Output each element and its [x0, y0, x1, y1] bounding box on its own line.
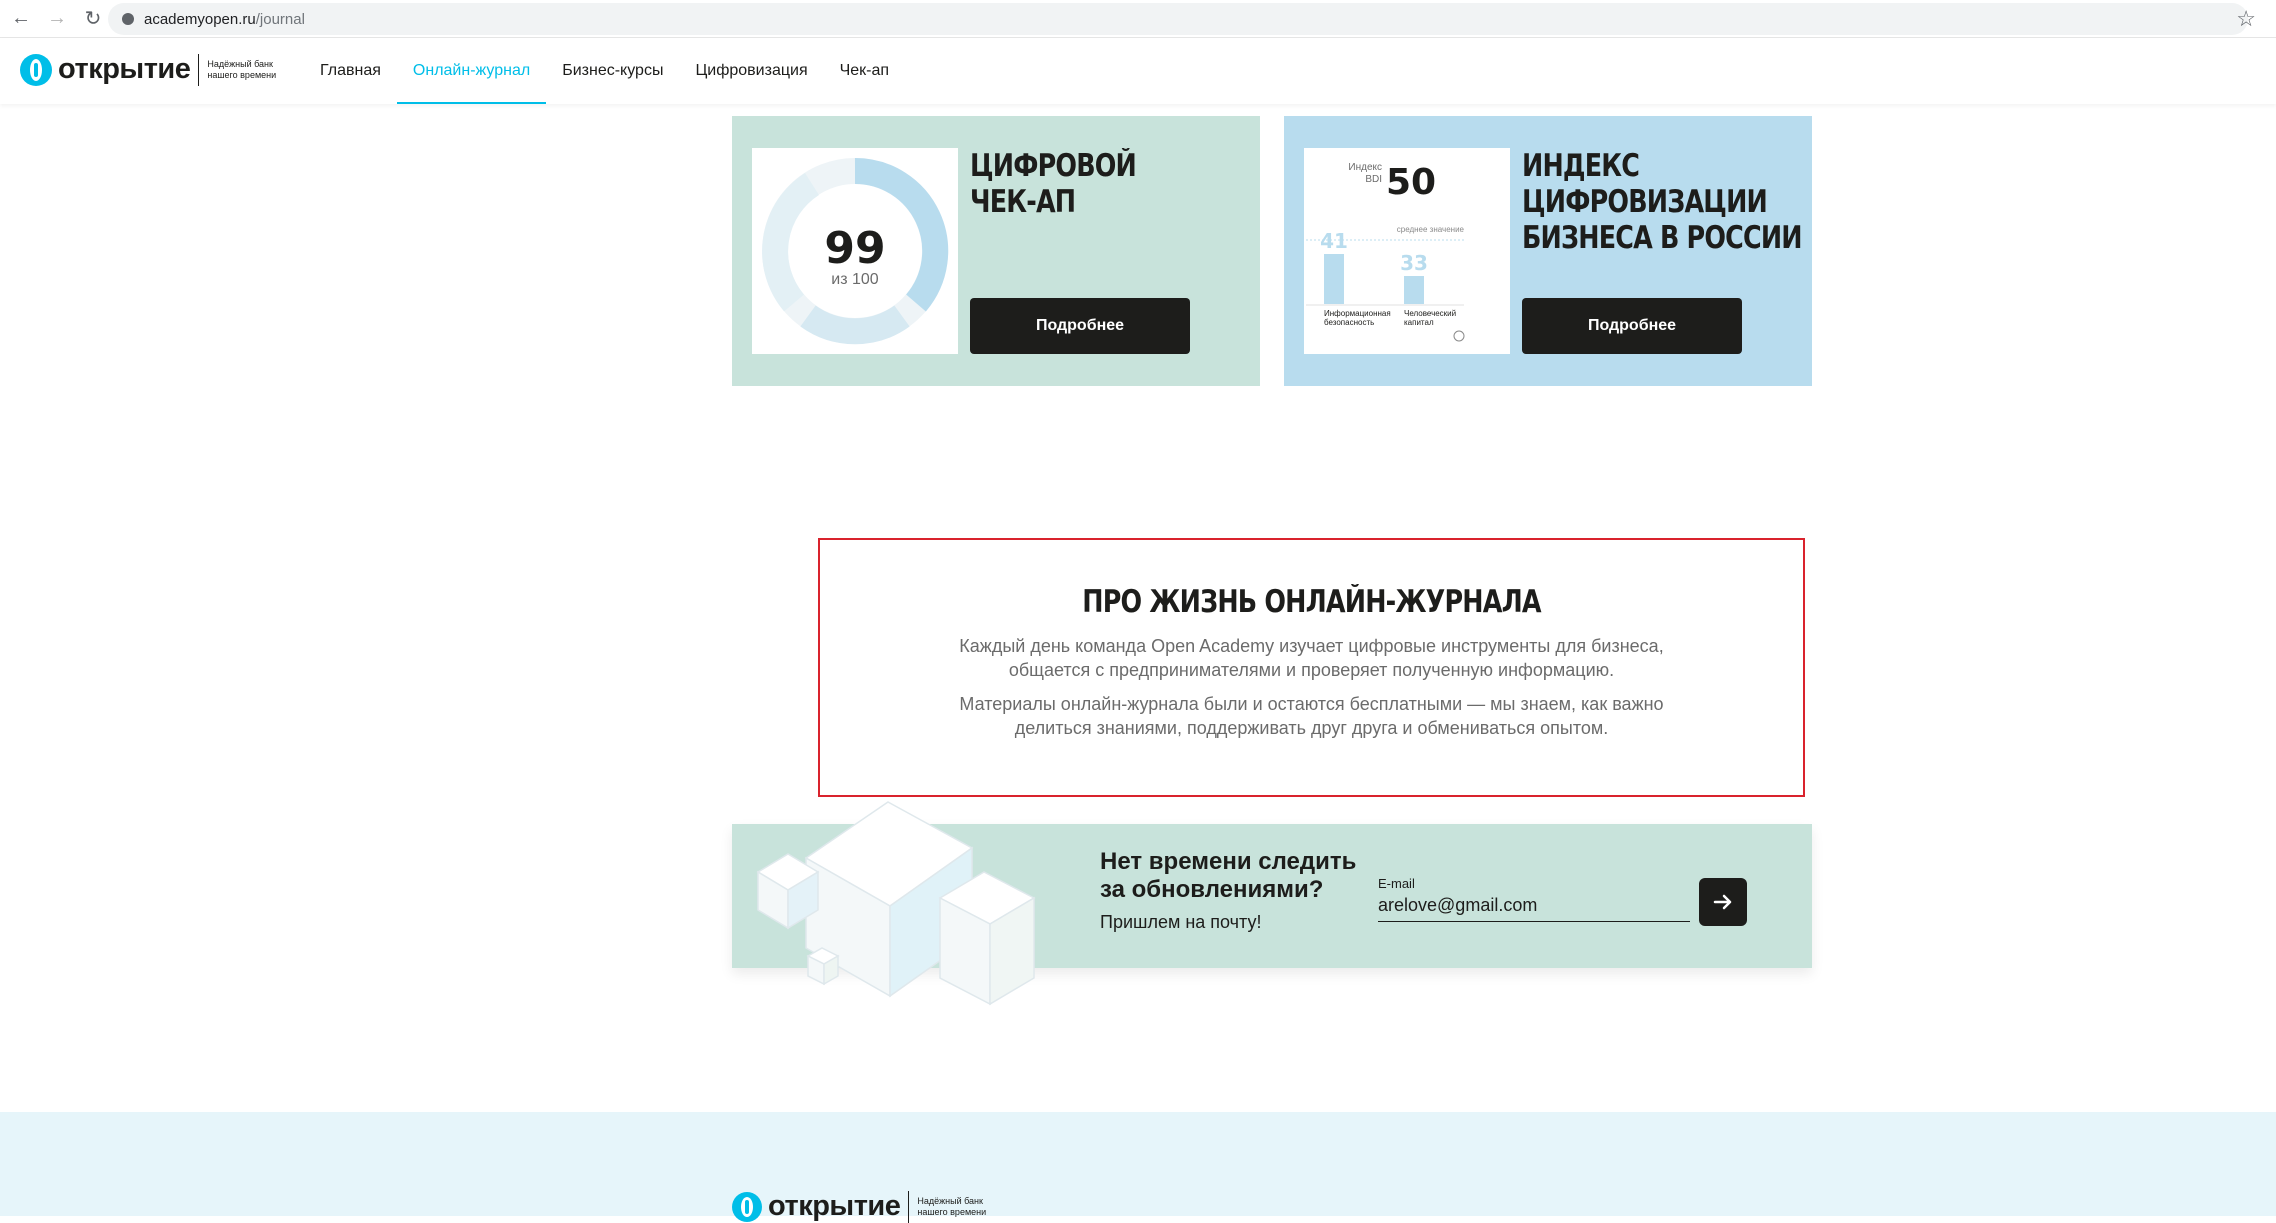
index-title-line3: БИЗНЕСА В РОССИИ	[1522, 220, 1803, 256]
footer-logo-divider	[908, 1190, 910, 1223]
address-bar[interactable]: academyopen.ru/journal	[108, 3, 2248, 35]
menu-item-checkup[interactable]: Чек-ап	[824, 38, 905, 104]
menu-item-home[interactable]: Главная	[304, 38, 397, 104]
footer-logo-word: открытие	[768, 1190, 901, 1222]
logo-mark-icon	[20, 53, 52, 86]
arrow-right-icon	[1713, 894, 1732, 910]
footer-logo-tagline: Надёжный банк нашего времени	[917, 1195, 987, 1217]
lock-icon	[122, 13, 134, 25]
back-arrow-icon[interactable]: ←	[6, 4, 36, 34]
main-menu: Главная Онлайн-журнал Бизнес-курсы Цифро…	[304, 38, 905, 104]
checkup-score-value: 99	[824, 223, 885, 274]
bar1-value: 41	[1320, 229, 1348, 253]
checkup-more-button[interactable]: Подробнее	[970, 298, 1190, 354]
forward-arrow-icon[interactable]: →	[42, 4, 72, 34]
about-paragraph-1: Каждый день команда Open Academy изучает…	[959, 636, 1664, 680]
footer-logo[interactable]: открытие Надёжный банк нашего времени	[732, 1190, 987, 1223]
about-title: ПРО ЖИЗНЬ ОНЛАЙН-ЖУРНАЛА	[1082, 584, 1541, 620]
menu-item-digitalization[interactable]: Цифровизация	[679, 38, 823, 104]
index-more-button[interactable]: Подробнее	[1522, 298, 1742, 354]
menu-item-courses[interactable]: Бизнес-курсы	[546, 38, 679, 104]
bdi-label-2: BDI	[1365, 174, 1382, 185]
site-footer: открытие Надёжный банк нашего времени	[0, 1112, 2276, 1223]
bar2-label-1: Человеческий	[1404, 309, 1456, 318]
menu-item-journal[interactable]: Онлайн-журнал	[396, 38, 547, 104]
logo-divider	[198, 53, 200, 86]
email-label: E-mail	[1378, 876, 1415, 891]
browser-toolbar: ← → ↻ academyopen.ru/journal ☆	[0, 0, 2276, 38]
subscribe-text: Пришлем на почту!	[1100, 912, 1262, 932]
checkup-title-line1: ЦИФРОВОЙ	[970, 148, 1137, 184]
bar2-value: 33	[1400, 251, 1428, 275]
bookmark-star-icon[interactable]: ☆	[2236, 6, 2256, 32]
logo-tagline: Надёжный банк нашего времени	[207, 58, 277, 80]
bar2-label-2: капитал	[1404, 318, 1434, 327]
url-domain: academyopen.ru	[144, 10, 256, 28]
subscribe-title: Нет времени следить за обновлениями?	[1100, 848, 1357, 903]
bdi-value: 50	[1386, 162, 1436, 203]
about-paragraph-2: Материалы онлайн-журнала были и остаются…	[959, 694, 1664, 738]
cubes-illustration	[756, 801, 1036, 1006]
subscribe-submit-button[interactable]	[1699, 878, 1747, 926]
email-field[interactable]	[1378, 890, 1690, 922]
index-chart-illustration: Индекс BDI 50 среднее значение 41 33 Инф…	[1304, 148, 1510, 354]
checkup-title-line2: ЧЕК-АП	[970, 184, 1076, 220]
index-title-line1: ИНДЕКС	[1522, 148, 1640, 184]
footer-logo-mark-icon	[732, 1191, 762, 1222]
index-card: Индекс BDI 50 среднее значение 41 33 Инф…	[1284, 116, 1812, 386]
checkup-card: 99 из 100 ЦИФРОВОЙ ЧЕК-АП Подробнее	[732, 116, 1260, 386]
logo-word: открытие	[58, 53, 191, 85]
bar1-label-2: безопасность	[1324, 318, 1374, 327]
site-header: открытие Надёжный банк нашего времени Гл…	[0, 38, 2276, 104]
about-journal-section: ПРО ЖИЗНЬ ОНЛАЙН-ЖУРНАЛА Каждый день ком…	[818, 538, 1805, 797]
checkup-score-of: из 100	[831, 271, 879, 288]
avg-label: среднее значение	[1397, 225, 1465, 234]
index-title-line2: ЦИФРОВИЗАЦИИ	[1522, 184, 1768, 220]
index-card-title: ИНДЕКС ЦИФРОВИЗАЦИИ БИЗНЕСА В РОССИИ	[1522, 148, 1803, 256]
checkup-score-illustration: 99 из 100	[752, 148, 958, 354]
reload-icon[interactable]: ↻	[78, 4, 108, 34]
bar1-label-1: Информационная	[1324, 309, 1391, 318]
logo[interactable]: открытие Надёжный банк нашего времени	[20, 53, 277, 86]
bdi-label-1: Индекс	[1348, 162, 1382, 173]
url-path: /journal	[255, 10, 305, 28]
checkup-card-title: ЦИФРОВОЙ ЧЕК-АП	[970, 148, 1137, 220]
